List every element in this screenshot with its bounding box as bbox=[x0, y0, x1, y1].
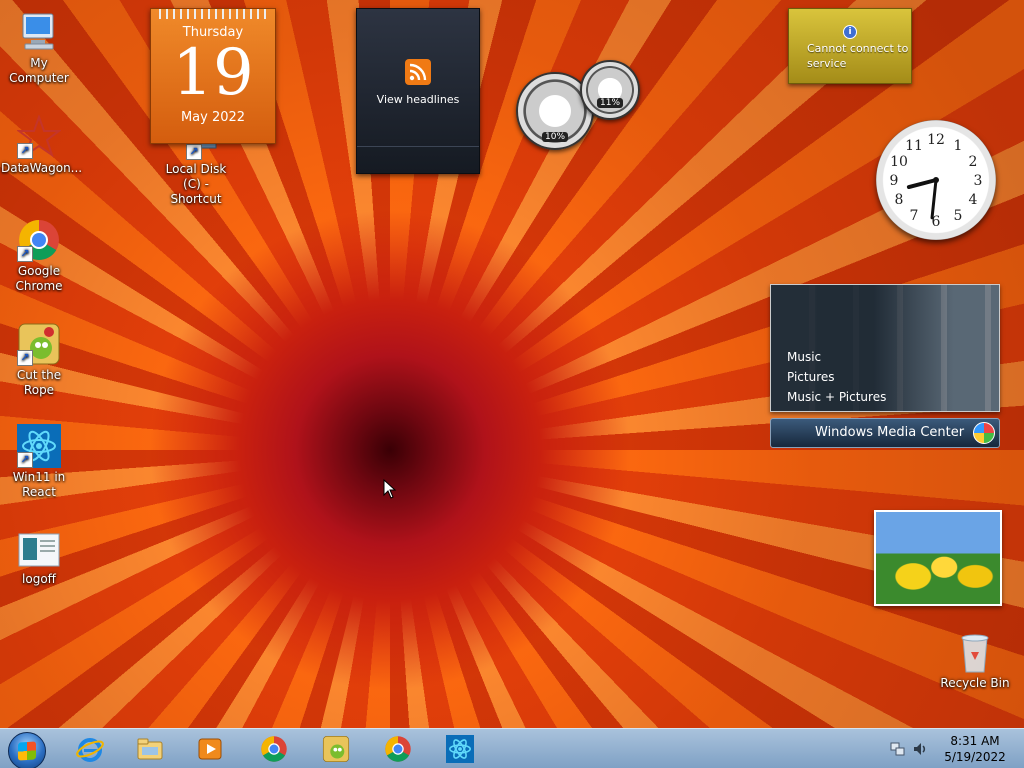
svg-text:9: 9 bbox=[890, 173, 899, 189]
shortcut-arrow-icon: ↗ bbox=[17, 350, 33, 366]
info-icon: i bbox=[843, 25, 857, 39]
svg-text:2: 2 bbox=[969, 154, 978, 170]
calendar-month-year: May 2022 bbox=[180, 110, 246, 125]
windows-orb-icon bbox=[973, 422, 995, 444]
media-player-icon bbox=[198, 738, 222, 760]
logoff-label: logoff bbox=[22, 572, 56, 586]
shortcut-arrow-icon: ↗ bbox=[17, 246, 33, 262]
clock-date: 5/19/2022 bbox=[944, 750, 1006, 764]
trash-bin-icon bbox=[953, 630, 997, 674]
menu-item-music[interactable]: Music bbox=[787, 347, 886, 367]
network-icon[interactable] bbox=[890, 741, 906, 757]
view-headlines-link[interactable]: View headlines bbox=[357, 93, 479, 106]
taskbar-file-explorer[interactable] bbox=[126, 731, 174, 767]
system-tray: 8:31 AM 5/19/2022 bbox=[874, 729, 1024, 768]
windows-logo-icon bbox=[18, 741, 36, 761]
calendar-rings bbox=[159, 9, 267, 19]
logoff-icon[interactable]: logoff bbox=[1, 532, 77, 587]
taskbar-clock[interactable]: 8:31 AM 5/19/2022 bbox=[940, 733, 1010, 765]
media-tiles: Music Pictures Music + Pictures bbox=[770, 284, 1000, 412]
shortcut-arrow-icon: ↗ bbox=[17, 452, 33, 468]
clock-hour-hand bbox=[906, 178, 938, 190]
cut-the-rope-label: Cut the Rope bbox=[16, 368, 62, 397]
chrome-icon bbox=[261, 736, 287, 762]
clock-time: 8:31 AM bbox=[950, 734, 1000, 748]
datawagon-label: DataWagon... bbox=[1, 161, 83, 175]
svg-text:8: 8 bbox=[895, 192, 904, 208]
clock-face: 12 12 345 678 91011 bbox=[890, 132, 983, 230]
internet-explorer-icon bbox=[76, 738, 104, 762]
win11-in-react-icon[interactable]: ↗ Win11 in React bbox=[1, 424, 77, 500]
calendar-gadget[interactable]: Thursday 19 May 2022 bbox=[150, 8, 276, 144]
slideshow-gadget[interactable] bbox=[874, 510, 1002, 606]
shortcut-arrow-icon: ↗ bbox=[186, 144, 202, 160]
recycle-bin-icon[interactable]: Recycle Bin bbox=[937, 630, 1013, 691]
calendar-day: 19 bbox=[172, 36, 254, 110]
cut-the-rope-icon[interactable]: ↗ Cut the Rope bbox=[1, 322, 77, 398]
svg-text:10: 10 bbox=[890, 154, 908, 170]
shortcut-arrow-icon: ↗ bbox=[17, 143, 33, 159]
clock-gadget[interactable]: 12 1 2 345 678 9 10 11 bbox=[876, 120, 996, 240]
local-disk-label: Local Disk (C) - Shortcut bbox=[165, 162, 227, 206]
media-center-gadget[interactable]: Music Pictures Music + Pictures Windows … bbox=[770, 284, 1000, 448]
taskbar-google-chrome[interactable] bbox=[250, 731, 298, 767]
document-icon bbox=[17, 532, 61, 570]
datawagon-icon[interactable]: ↗ DataWagon... bbox=[1, 114, 82, 176]
datawagon-logo-icon: ↗ bbox=[16, 114, 62, 159]
om-nom-icon bbox=[322, 735, 350, 763]
menu-item-pictures[interactable]: Pictures bbox=[787, 367, 886, 387]
taskbar-media-player[interactable] bbox=[186, 731, 234, 767]
media-center-title: Windows Media Center bbox=[815, 425, 965, 440]
google-chrome-label: Google Chrome bbox=[15, 264, 63, 293]
cpu-usage-value: 10% bbox=[541, 132, 569, 142]
memory-meter-dial[interactable]: 11% bbox=[580, 60, 640, 120]
volume-icon[interactable] bbox=[912, 741, 928, 757]
feed-footer bbox=[357, 146, 479, 173]
weather-gadget[interactable]: i Cannot connect to service bbox=[788, 8, 912, 84]
chrome-icon bbox=[385, 736, 411, 762]
taskbar-win11-in-react[interactable] bbox=[436, 731, 484, 767]
taskbar: 8:31 AM 5/19/2022 bbox=[0, 728, 1024, 768]
feed-headlines-gadget[interactable]: View headlines bbox=[356, 8, 480, 174]
my-computer-icon[interactable]: My Computer bbox=[1, 10, 77, 86]
start-button[interactable] bbox=[8, 732, 46, 768]
folder-icon bbox=[137, 738, 163, 760]
om-nom-icon: ↗ bbox=[17, 322, 61, 366]
react-logo-icon: ↗ bbox=[17, 424, 61, 468]
computer-icon bbox=[17, 10, 61, 54]
clock-minute-hand bbox=[930, 178, 938, 220]
svg-text:3: 3 bbox=[974, 173, 983, 189]
taskbar-cut-the-rope[interactable] bbox=[312, 731, 360, 767]
win11-in-react-label: Win11 in React bbox=[12, 470, 66, 499]
memory-usage-value: 11% bbox=[596, 98, 624, 108]
react-logo-icon bbox=[446, 735, 474, 763]
svg-text:11: 11 bbox=[905, 138, 923, 154]
svg-text:4: 4 bbox=[969, 192, 978, 208]
svg-text:1: 1 bbox=[954, 138, 963, 154]
svg-text:5: 5 bbox=[954, 208, 963, 224]
chrome-icon: ↗ bbox=[17, 218, 61, 262]
svg-text:12: 12 bbox=[927, 132, 945, 148]
menu-item-music-pictures[interactable]: Music + Pictures bbox=[787, 387, 886, 407]
media-center-bar[interactable]: Windows Media Center bbox=[770, 418, 1000, 448]
recycle-bin-label: Recycle Bin bbox=[940, 676, 1010, 690]
svg-text:7: 7 bbox=[910, 208, 919, 224]
taskbar-google-chrome-2[interactable] bbox=[374, 731, 422, 767]
google-chrome-desktop-icon[interactable]: ↗ Google Chrome bbox=[1, 218, 77, 294]
taskbar-internet-explorer[interactable] bbox=[66, 731, 114, 767]
rss-icon bbox=[405, 59, 431, 85]
mouse-pointer-icon bbox=[383, 479, 397, 499]
weather-error-message: Cannot connect to service bbox=[807, 42, 909, 70]
my-computer-label: My Computer bbox=[9, 56, 69, 85]
